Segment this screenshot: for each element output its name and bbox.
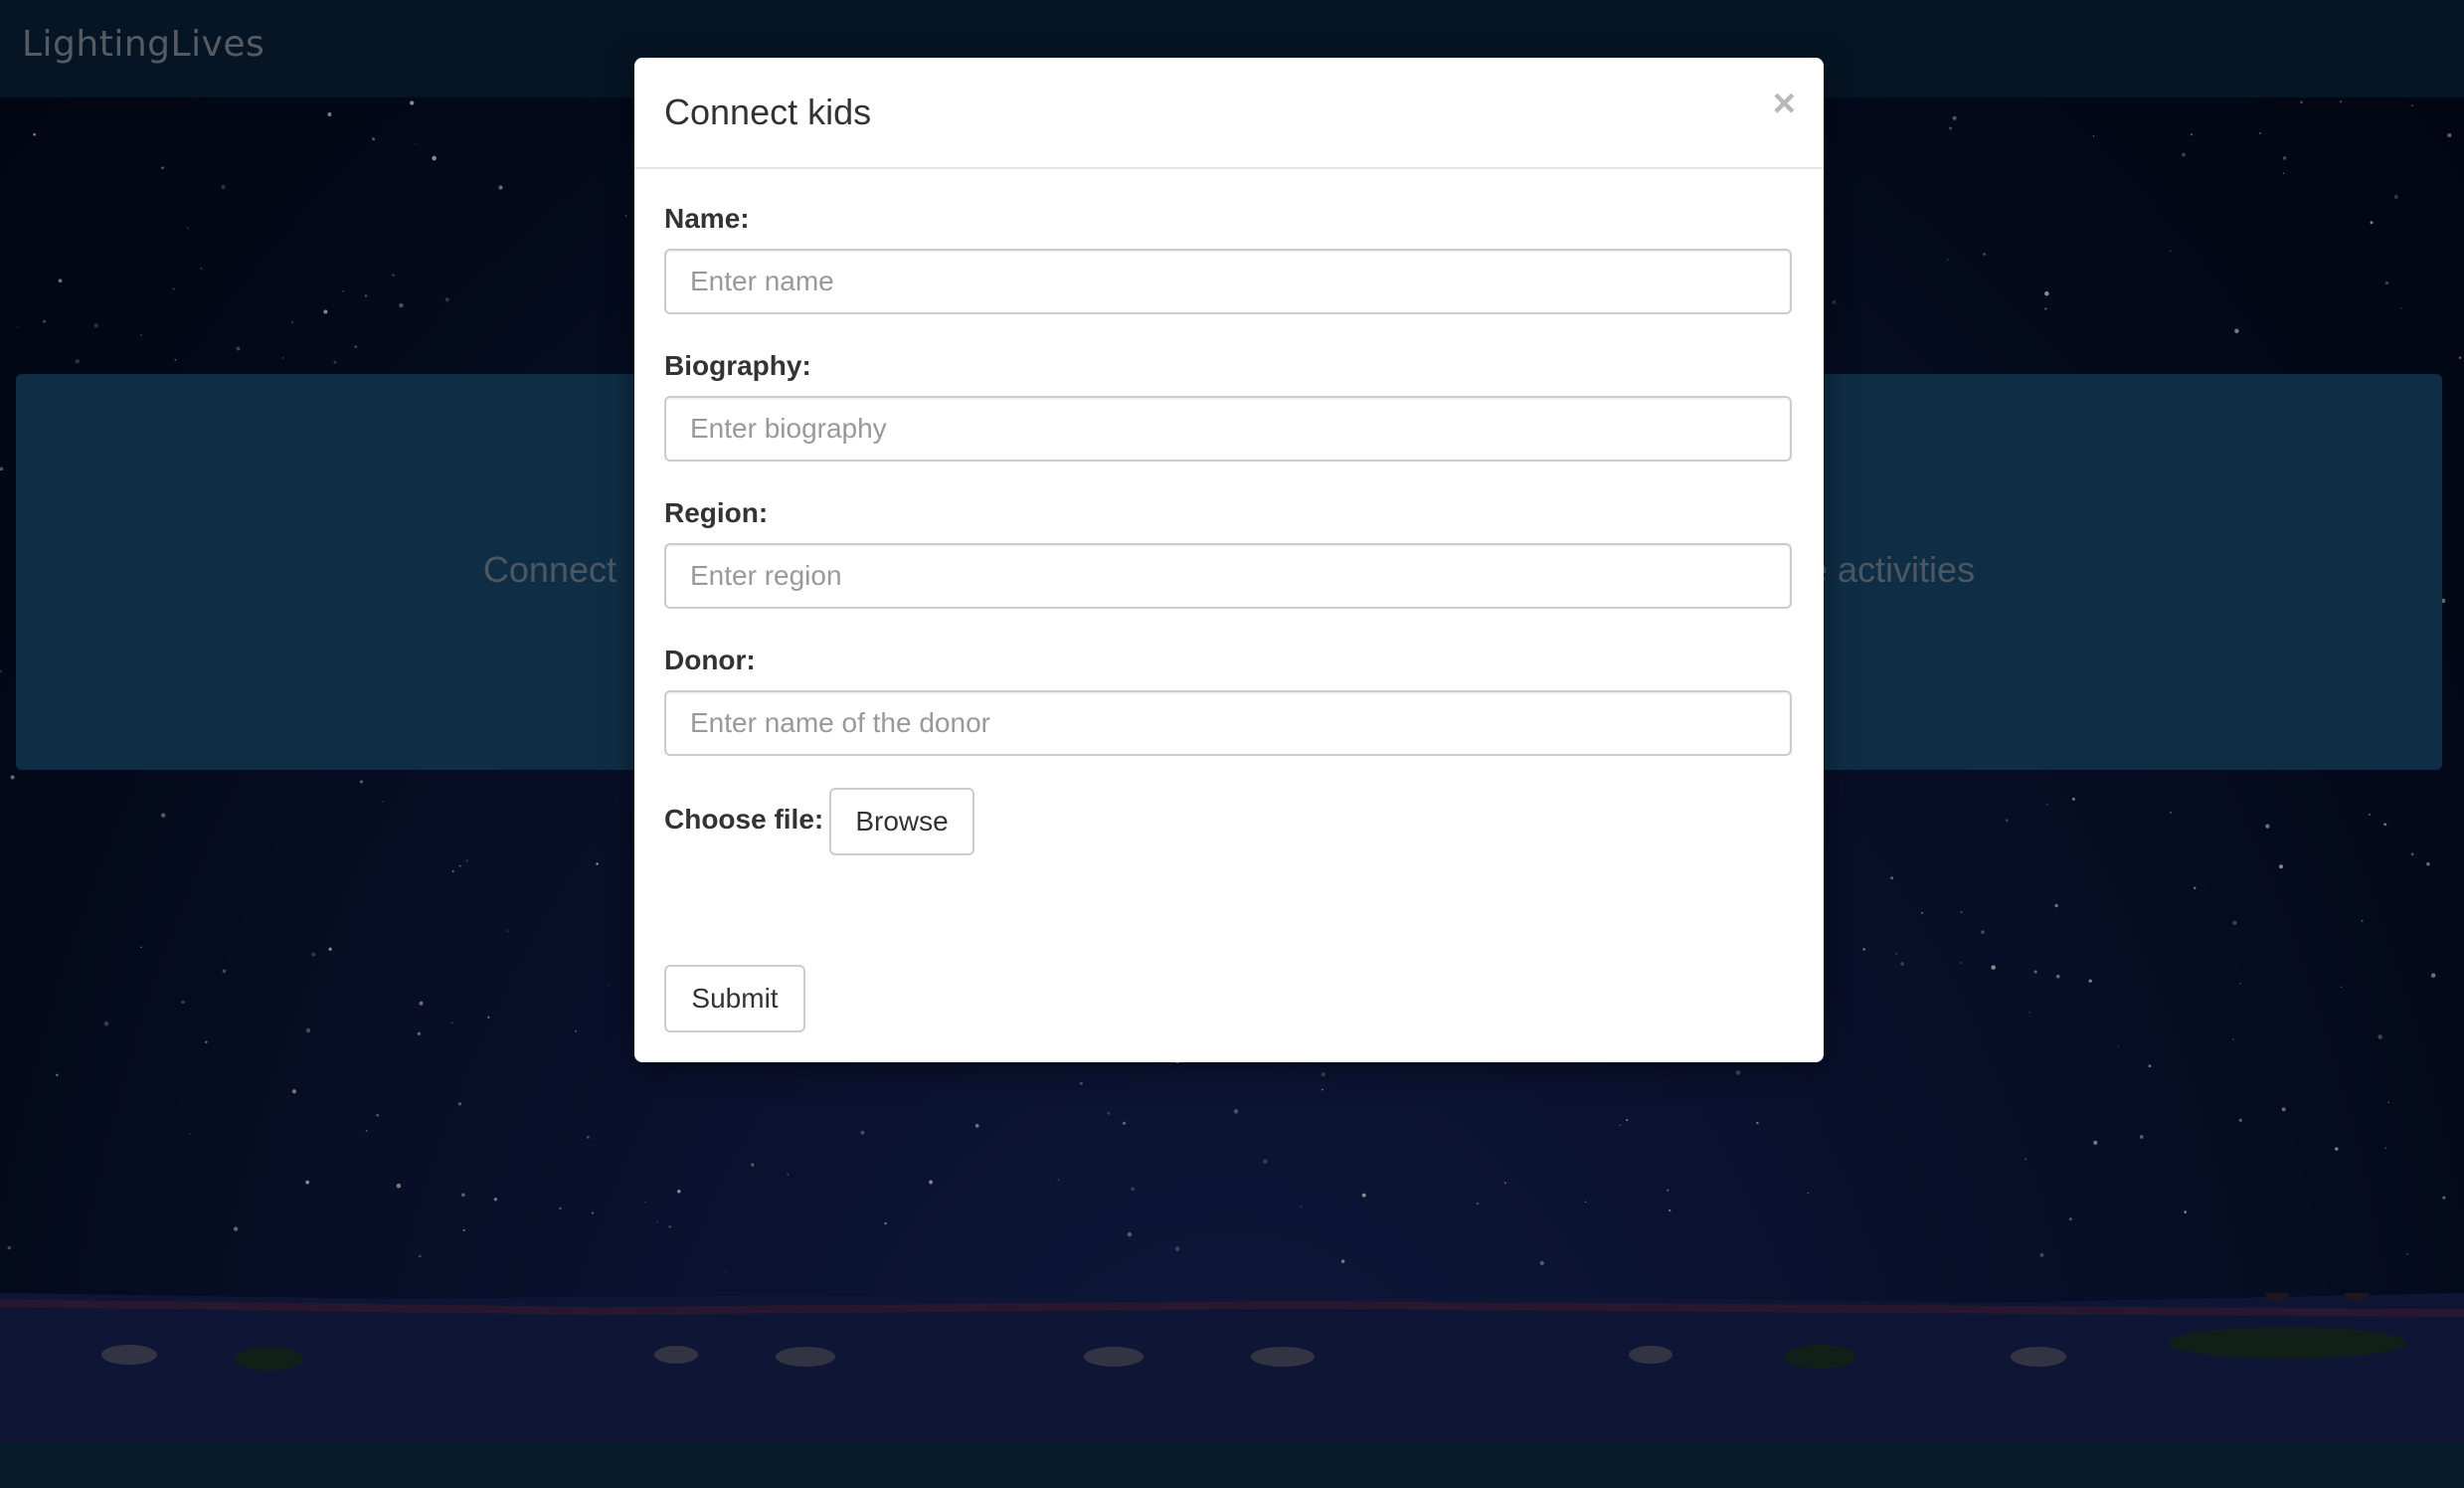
biography-label: Biography: xyxy=(664,350,811,381)
page: LightingLives Connect e activities Connec… xyxy=(0,0,2464,1488)
choose-file-label: Choose file: xyxy=(664,804,824,835)
region-label: Region: xyxy=(664,497,769,528)
region-input[interactable] xyxy=(664,543,1792,609)
close-icon[interactable]: × xyxy=(1773,84,1796,123)
name-label: Name: xyxy=(664,203,750,234)
modal-title: Connect kids xyxy=(664,92,872,132)
donor-input[interactable] xyxy=(664,690,1792,756)
donor-label: Donor: xyxy=(664,645,756,675)
modal-header: Connect kids × xyxy=(634,58,1824,169)
submit-button[interactable]: Submit xyxy=(664,965,805,1032)
biography-input[interactable] xyxy=(664,396,1792,462)
name-input[interactable] xyxy=(664,249,1792,314)
browse-button[interactable]: Browse xyxy=(829,788,974,855)
connect-kids-modal: Connect kids × Name: Biography: Region: … xyxy=(634,58,1824,1062)
